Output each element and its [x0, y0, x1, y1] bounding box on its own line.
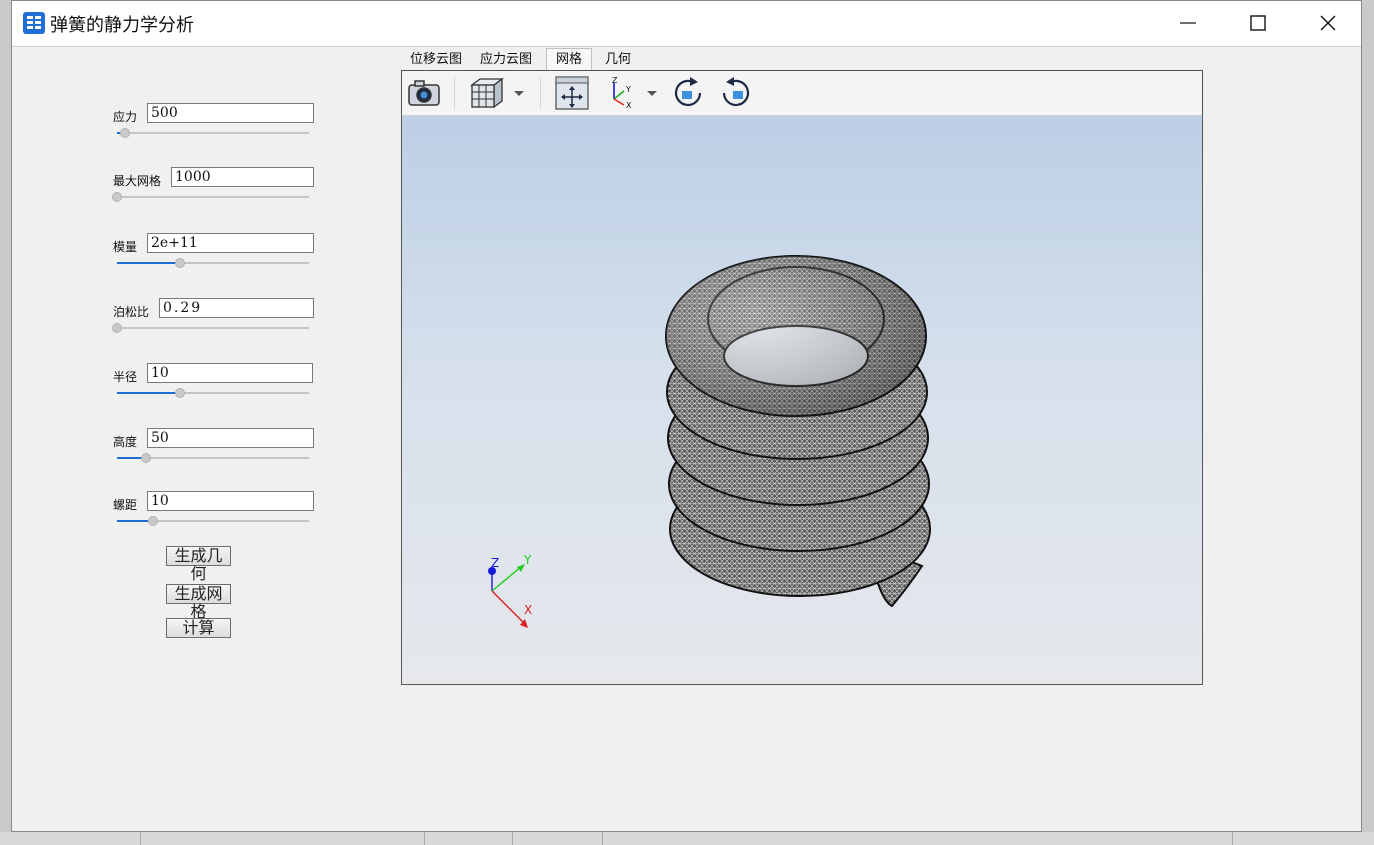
minimize-button[interactable] — [1165, 1, 1211, 46]
slider-thumb[interactable] — [175, 388, 186, 398]
spring-mesh-render: Z Y X — [488, 255, 931, 628]
poisson-slider[interactable] — [112, 323, 309, 333]
pitch-input[interactable]: 10 — [147, 491, 314, 511]
axes-dropdown[interactable] — [645, 85, 659, 99]
viewer-toolbar: Z Y X — [402, 71, 1202, 116]
tab-geometry[interactable]: 几何 — [595, 50, 641, 70]
maximize-icon — [1250, 15, 1266, 31]
height-slider[interactable] — [117, 453, 309, 463]
minimize-icon — [1180, 22, 1196, 24]
app-window: 弹簧的静力学分析 应力 500 最大网格 1000 模量 2e+11 泊松比 0… — [11, 0, 1362, 832]
param-label: 模量 — [113, 240, 138, 254]
param-label: 最大网格 — [113, 174, 162, 188]
slider-thumb[interactable] — [175, 258, 186, 268]
dropdown-arrow-icon — [647, 91, 657, 96]
rotate-clockwise-button[interactable] — [670, 75, 706, 111]
rotate-clockwise-icon — [674, 77, 702, 106]
axes-orientation-icon: Z Y X — [612, 76, 632, 110]
compute-button[interactable]: 计算 — [166, 618, 231, 638]
window-title: 弹簧的静力学分析 — [50, 15, 194, 36]
pitch-slider[interactable] — [117, 516, 309, 526]
modulus-slider[interactable] — [117, 258, 309, 268]
max-mesh-input[interactable]: 1000 — [171, 167, 314, 187]
height-input[interactable]: 50 — [147, 428, 314, 448]
max-mesh-slider[interactable] — [112, 192, 309, 202]
tab-displacement[interactable]: 位移云图 — [403, 50, 469, 70]
parameter-panel: 应力 500 最大网格 1000 模量 2e+11 泊松比 0.29 半径 10… — [12, 47, 392, 831]
app-icon — [23, 12, 45, 34]
spring-coils — [665, 255, 931, 608]
axis-triad: Z Y X — [488, 553, 532, 628]
title-bar: 弹簧的静力学分析 — [12, 1, 1361, 47]
modulus-input[interactable]: 2e+11 — [147, 233, 314, 253]
view-cube-dropdown[interactable] — [512, 85, 526, 99]
3d-viewer: Z Y X Z Y X — [401, 70, 1203, 685]
dropdown-arrow-icon — [514, 91, 524, 96]
tab-stress[interactable]: 应力云图 — [473, 50, 539, 70]
3d-viewport[interactable]: Z Y X — [402, 116, 1202, 684]
close-icon — [1320, 15, 1336, 31]
maximize-button[interactable] — [1235, 1, 1281, 46]
slider-thumb[interactable] — [112, 323, 122, 333]
view-cube-button[interactable] — [468, 75, 504, 111]
axis-label-y: Y — [523, 553, 532, 567]
slider-thumb[interactable] — [140, 453, 151, 463]
view-cube-icon — [470, 77, 504, 109]
param-label: 泊松比 — [113, 305, 150, 319]
stress-slider[interactable] — [117, 128, 309, 138]
param-label: 螺距 — [113, 498, 138, 512]
svg-text:Z: Z — [612, 76, 618, 85]
param-label: 半径 — [113, 370, 138, 384]
axes-orientation-button[interactable]: Z Y X — [602, 75, 638, 111]
slider-thumb[interactable] — [112, 192, 122, 202]
camera-icon — [408, 80, 440, 106]
close-button[interactable] — [1305, 1, 1351, 46]
stress-input[interactable]: 500 — [147, 103, 314, 123]
rotate-counterclockwise-button[interactable] — [718, 75, 754, 111]
tab-mesh[interactable]: 网格 — [546, 48, 592, 71]
screenshot-button[interactable] — [406, 75, 442, 111]
param-label: 应力 — [113, 110, 138, 124]
fit-all-icon — [555, 76, 589, 110]
slider-thumb[interactable] — [148, 516, 159, 526]
slider-thumb[interactable] — [119, 128, 130, 138]
param-label: 高度 — [113, 435, 138, 449]
rotate-counterclockwise-icon — [722, 77, 750, 106]
svg-text:Y: Y — [625, 85, 631, 94]
axis-label-x: X — [524, 603, 532, 617]
generate-mesh-button[interactable]: 生成网格 — [166, 584, 231, 621]
svg-text:X: X — [626, 101, 632, 110]
radius-input[interactable]: 10 — [147, 363, 313, 383]
axis-label-z: Z — [491, 556, 499, 570]
generate-geometry-button[interactable]: 生成几何 — [166, 546, 231, 583]
fit-all-button[interactable] — [554, 75, 590, 111]
radius-slider[interactable] — [117, 388, 309, 398]
poisson-input[interactable]: 0.29 — [159, 298, 314, 318]
taskbar-strip — [0, 832, 1374, 845]
